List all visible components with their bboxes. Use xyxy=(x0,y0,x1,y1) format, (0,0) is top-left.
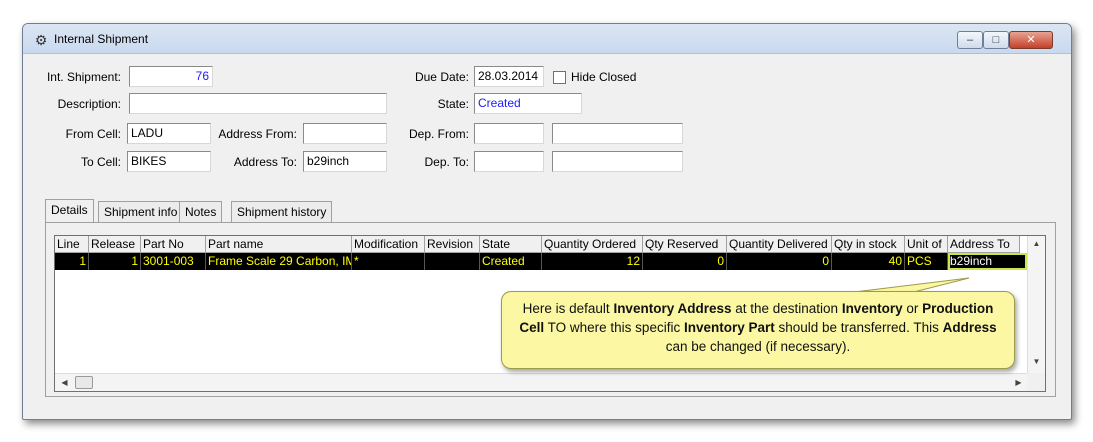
tab-details[interactable]: Details xyxy=(45,199,94,223)
close-button[interactable]: ✕ xyxy=(1009,31,1053,49)
col-header-unit-of[interactable]: Unit of xyxy=(905,236,948,253)
address-from-label: Address From: xyxy=(218,127,297,141)
dep-to-name-field[interactable] xyxy=(552,151,683,172)
table-row[interactable]: 1 1 3001-003 Frame Scale 29 Carbon, IMI … xyxy=(55,253,1027,270)
tab-notes[interactable]: Notes xyxy=(179,201,223,223)
cell-address-to[interactable]: b29inch xyxy=(948,253,1027,270)
state-field[interactable]: Created xyxy=(474,93,582,114)
col-header-state[interactable]: State xyxy=(480,236,542,253)
from-cell-label: From Cell: xyxy=(65,127,121,141)
callout-note: Here is default Inventory Address at the… xyxy=(501,291,1015,369)
cell-unit-of[interactable]: PCS xyxy=(905,253,948,270)
arrow-down-icon[interactable]: ▼ xyxy=(1028,354,1045,370)
cell-part-no[interactable]: 3001-003 xyxy=(141,253,206,270)
cell-modification[interactable]: * xyxy=(352,253,425,270)
int-shipment-field[interactable]: 76 xyxy=(129,66,213,87)
horizontal-scroll-thumb[interactable] xyxy=(75,376,93,389)
cell-part-name[interactable]: Frame Scale 29 Carbon, IMI xyxy=(206,253,352,270)
callout-bold-2: Inventory xyxy=(841,301,903,316)
col-header-part-no[interactable]: Part No xyxy=(141,236,206,253)
col-header-qty-reserved[interactable]: Qty Reserved xyxy=(643,236,727,253)
dep-from-name-field[interactable] xyxy=(552,123,683,144)
arrow-right-icon[interactable]: ▶ xyxy=(1010,375,1027,391)
due-date-label: Due Date: xyxy=(414,70,469,84)
scroll-corner xyxy=(1027,373,1045,391)
from-cell-field[interactable]: LADU xyxy=(127,123,211,144)
to-cell-field[interactable]: BIKES xyxy=(127,151,211,172)
callout-text-2: at the destination xyxy=(731,301,842,316)
int-shipment-label: Int. Shipment: xyxy=(46,70,121,84)
arrow-up-icon[interactable]: ▲ xyxy=(1028,236,1045,252)
callout-text-6: can be changed (if necessary). xyxy=(665,339,851,354)
callout-text-1: Here is default xyxy=(522,301,614,316)
col-header-modification[interactable]: Modification xyxy=(352,236,425,253)
tab-shipment-history[interactable]: Shipment history xyxy=(231,201,333,223)
address-from-field[interactable] xyxy=(303,123,387,144)
maximize-button[interactable]: □ xyxy=(983,31,1009,49)
cell-qty-in-stock[interactable]: 40 xyxy=(832,253,905,270)
callout-text-3: or xyxy=(902,301,923,316)
horizontal-scrollbar[interactable]: ◀ ▶ xyxy=(55,373,1029,391)
dep-from-label: Dep. From: xyxy=(408,127,469,141)
due-date-field[interactable]: 28.03.2014 xyxy=(474,66,544,87)
dep-to-label: Dep. To: xyxy=(424,155,469,169)
state-label: State: xyxy=(437,97,469,111)
callout-text-4: TO where this specific xyxy=(544,320,684,335)
vertical-scrollbar[interactable]: ▲ ▼ xyxy=(1027,236,1045,375)
cell-quantity-ordered[interactable]: 12 xyxy=(542,253,643,270)
address-to-label: Address To: xyxy=(233,155,297,169)
callout-bold-1: Inventory Address xyxy=(613,301,732,316)
window-title: Internal Shipment xyxy=(54,32,149,46)
cell-revision[interactable] xyxy=(425,253,480,270)
minimize-button[interactable]: – xyxy=(957,31,983,49)
cell-quantity-delivered[interactable]: 0 xyxy=(727,253,832,270)
cell-release[interactable]: 1 xyxy=(89,253,141,270)
callout-bold-4: Inventory Part xyxy=(683,320,775,335)
title-bar[interactable]: ⚙ Internal Shipment – □ ✕ xyxy=(23,24,1071,54)
tab-shipment-info[interactable]: Shipment info xyxy=(98,201,184,223)
callout-bold-5: Address xyxy=(942,320,997,335)
col-header-address-to[interactable]: Address To xyxy=(948,236,1020,253)
dep-to-field[interactable] xyxy=(474,151,544,172)
callout-text-5: should be transferred. This xyxy=(774,320,943,335)
cell-qty-reserved[interactable]: 0 xyxy=(643,253,727,270)
cell-line[interactable]: 1 xyxy=(55,253,89,270)
col-header-revision[interactable]: Revision xyxy=(425,236,480,253)
hide-closed-checkbox[interactable] xyxy=(553,71,566,84)
to-cell-label: To Cell: xyxy=(80,155,121,169)
hide-closed-label: Hide Closed xyxy=(571,70,637,84)
col-header-release[interactable]: Release xyxy=(89,236,141,253)
arrow-left-icon[interactable]: ◀ xyxy=(56,375,73,391)
dep-from-field[interactable] xyxy=(474,123,544,144)
address-to-field[interactable]: b29inch xyxy=(303,151,387,172)
description-label: Description: xyxy=(57,97,121,111)
col-header-quantity-delivered[interactable]: Quantity Delivered xyxy=(727,236,832,253)
col-header-quantity-ordered[interactable]: Quantity Ordered xyxy=(542,236,643,253)
col-header-line[interactable]: Line xyxy=(55,236,89,253)
col-header-part-name[interactable]: Part name xyxy=(206,236,352,253)
cell-state[interactable]: Created xyxy=(480,253,542,270)
gear-icon: ⚙ xyxy=(34,32,48,48)
col-header-qty-in-stock[interactable]: Qty in stock xyxy=(832,236,905,253)
description-field[interactable] xyxy=(129,93,387,114)
